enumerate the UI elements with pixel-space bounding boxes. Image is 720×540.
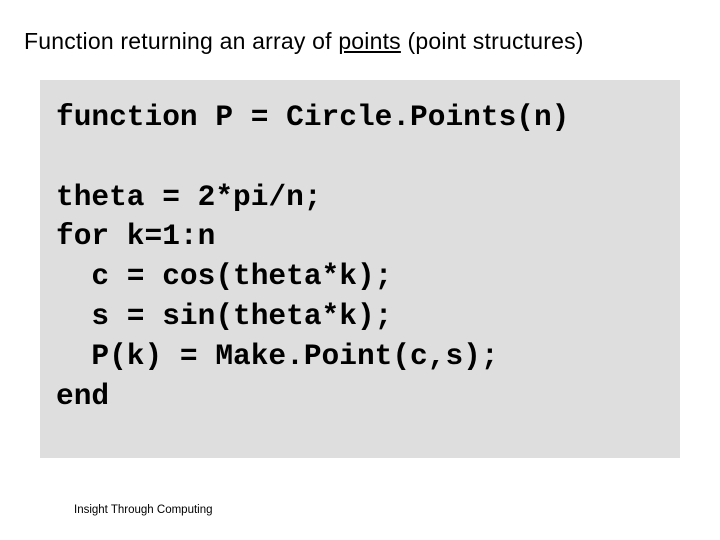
code-line-2: theta = 2*pi/n; <box>56 180 322 214</box>
title-points: points <box>338 28 401 54</box>
code-line-4: c = cos(theta*k); <box>56 259 392 293</box>
footer-text: Insight Through Computing <box>74 504 213 516</box>
slide: Function returning an array of points (p… <box>0 0 720 540</box>
code-box: function P = Circle.Points(n) theta = 2*… <box>40 80 680 458</box>
code-line-7: end <box>56 379 109 413</box>
code-line-5: s = sin(theta*k); <box>56 299 392 333</box>
title-post: (point structures) <box>401 28 584 54</box>
slide-title: Function returning an array of points (p… <box>24 28 584 55</box>
title-pre: Function returning an array of <box>24 28 338 54</box>
code-line-6: P(k) = Make.Point(c,s); <box>56 339 499 373</box>
code-block: function P = Circle.Points(n) theta = 2*… <box>56 98 664 417</box>
code-line-3: for k=1:n <box>56 219 215 253</box>
code-line-1: function P = Circle.Points(n) <box>56 100 569 134</box>
